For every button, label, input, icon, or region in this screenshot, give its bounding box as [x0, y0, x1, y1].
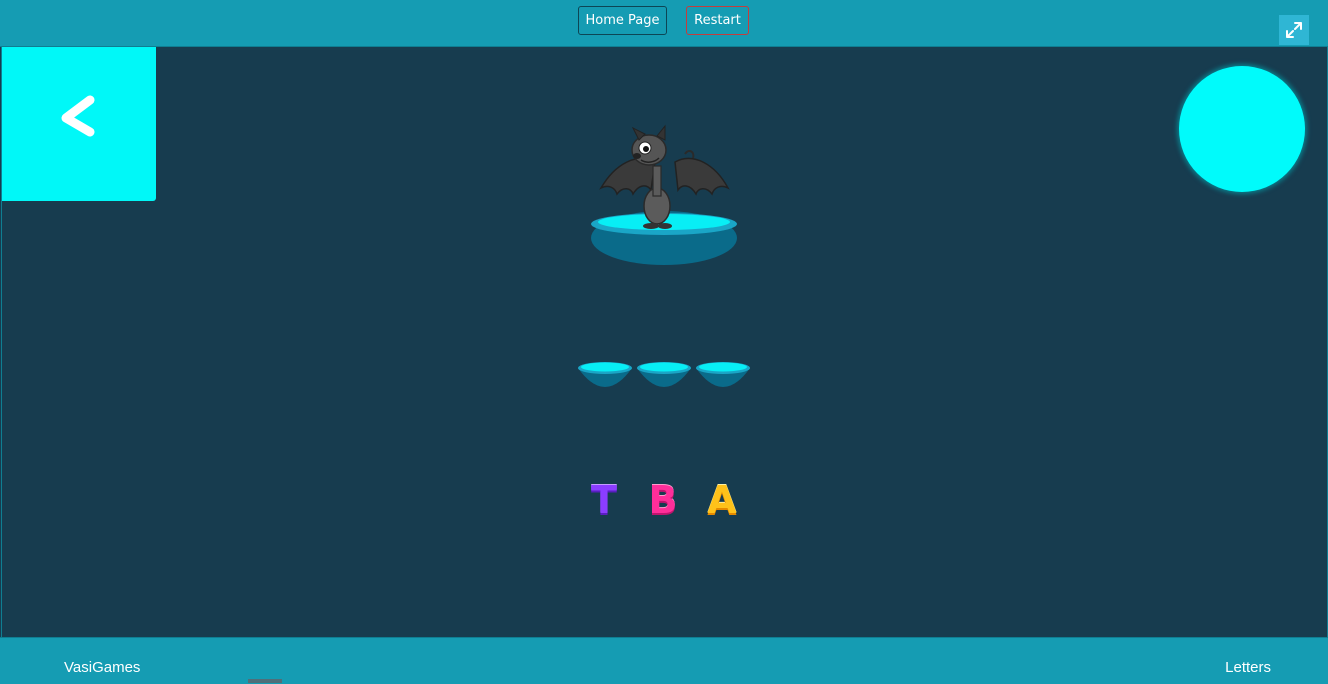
- fullscreen-button[interactable]: [1279, 15, 1309, 45]
- answer-slot[interactable]: [577, 360, 633, 392]
- answer-slots: [575, 360, 755, 396]
- home-page-button[interactable]: Home Page: [578, 6, 667, 35]
- back-button[interactable]: [2, 47, 156, 201]
- letter-tiles: T B A: [580, 476, 750, 526]
- letter-tile-t[interactable]: T: [580, 476, 628, 524]
- expand-icon: [1286, 22, 1302, 38]
- letter-tile-b[interactable]: B: [639, 476, 687, 524]
- brand-label: VasiGames: [64, 659, 141, 676]
- letter-tile-a[interactable]: A: [698, 476, 746, 524]
- answer-slot[interactable]: [695, 360, 751, 392]
- category-label: Letters: [1225, 659, 1271, 676]
- restart-button[interactable]: Restart: [686, 6, 749, 35]
- footer-bar: VasiGames Letters: [0, 637, 1328, 684]
- sound-button[interactable]: [1179, 66, 1305, 192]
- scroll-handle: [248, 679, 282, 683]
- bat-picture: [585, 122, 745, 272]
- answer-slot[interactable]: [636, 360, 692, 392]
- top-bar: Home Page Restart: [0, 0, 1328, 47]
- chevron-left-icon: [61, 95, 95, 137]
